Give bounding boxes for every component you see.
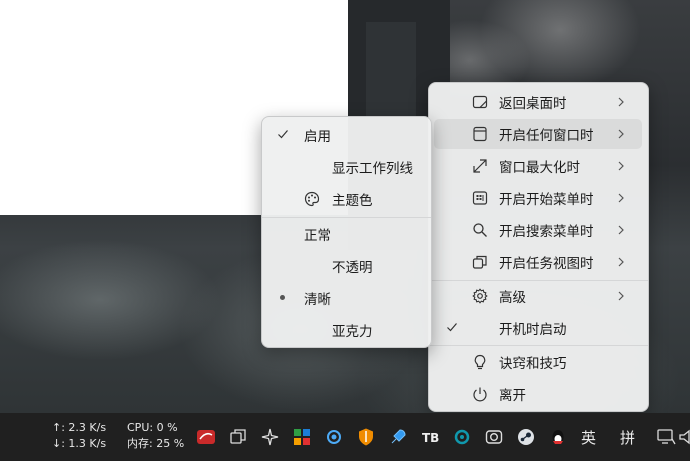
download-speed: ↓: 1.3 K/s [52, 437, 107, 450]
menu-item-tips[interactable]: 诀窍和技巧 [434, 347, 642, 377]
menu-item-label: 开启搜索菜单时 [499, 224, 594, 240]
camera-icon[interactable] [484, 427, 504, 447]
chevron-right-icon [618, 257, 624, 267]
submenu-item-theme-color[interactable]: 主题色 [266, 184, 427, 214]
context-menu: 返回桌面时 开启任何窗口时 窗口最大化时 开启开始菜单时 开启搜索菜单时 开启任… [428, 82, 649, 412]
colorful-app-icon[interactable] [292, 427, 312, 447]
submenu-item-label: 不透明 [332, 260, 373, 276]
menu-item-label: 离开 [499, 388, 526, 404]
submenu-item-clear[interactable]: 清晰 [266, 283, 427, 313]
shield-icon[interactable] [356, 427, 376, 447]
copy-windows-icon[interactable] [228, 427, 248, 447]
menu-item-task-view[interactable]: 开启任务视图时 [434, 247, 642, 277]
chevron-right-icon [618, 193, 624, 203]
submenu: 启用 显示工作列线 主题色 正常 不透明 清晰 亚克力 [261, 116, 432, 348]
menu-item-start-menu[interactable]: 开启开始菜单时 [434, 183, 642, 213]
radio-bullet-icon [280, 295, 285, 300]
menu-item-exit[interactable]: 离开 [434, 379, 642, 409]
menu-item-label: 开启任何窗口时 [499, 128, 594, 144]
menu-item-label: 返回桌面时 [499, 96, 567, 112]
menu-item-label: 诀窍和技巧 [499, 356, 567, 372]
memory-usage: 内存: 25 % [127, 437, 185, 450]
check-icon [447, 323, 457, 332]
steam-icon[interactable] [516, 427, 536, 447]
submenu-item-opaque[interactable]: 不透明 [266, 251, 427, 281]
lightbulb-icon [474, 354, 486, 370]
chevron-right-icon [618, 291, 624, 301]
speaker-icon[interactable] [678, 427, 690, 447]
submenu-item-acrylic[interactable]: 亚克力 [266, 315, 427, 345]
menu-item-advanced[interactable]: 高级 [434, 281, 642, 311]
ring-app-icon[interactable] [452, 427, 472, 447]
menu-divider [429, 345, 648, 346]
search-icon [473, 223, 487, 237]
qq-penguin-icon[interactable] [548, 427, 568, 447]
network-speed-widget[interactable]: ↑: 2.3 K/s ↓: 1.3 K/s [52, 420, 106, 452]
submenu-item-label: 清晰 [304, 292, 331, 308]
palette-icon [304, 191, 320, 207]
start-menu-icon [472, 191, 488, 205]
tb-app-icon[interactable]: TB [420, 427, 440, 447]
submenu-item-normal[interactable]: 正常 [266, 219, 427, 249]
cpu-usage: CPU: 0 % [127, 421, 178, 434]
ime-mode-indicator[interactable]: 拼 [620, 427, 635, 448]
upload-speed: ↑: 2.3 K/s [52, 421, 107, 434]
network-monitor-icon[interactable] [656, 427, 676, 447]
menu-item-label: 高级 [499, 290, 526, 306]
submenu-item-show-taskbar-line[interactable]: 显示工作列线 [266, 152, 427, 182]
red-app-icon[interactable] [196, 427, 216, 447]
chevron-right-icon [618, 225, 624, 235]
sparkle-icon[interactable] [260, 427, 280, 447]
desktop-icon [472, 95, 488, 109]
submenu-item-label: 启用 [304, 129, 331, 145]
maximize-icon [473, 159, 487, 173]
submenu-item-label: 正常 [304, 228, 331, 244]
submenu-item-label: 亚克力 [332, 324, 373, 340]
window-icon [473, 126, 487, 142]
submenu-item-enable[interactable]: 启用 [266, 120, 427, 150]
task-view-icon [472, 255, 487, 269]
taskbar: ↑: 2.3 K/s ↓: 1.3 K/s CPU: 0 % 内存: 25 % … [0, 413, 690, 461]
menu-divider [262, 217, 431, 218]
chevron-right-icon [618, 129, 624, 139]
chevron-right-icon [618, 161, 624, 171]
svg-text:TB: TB [422, 431, 439, 445]
check-icon [278, 130, 288, 139]
menu-item-label: 开机时启动 [499, 322, 567, 338]
menu-item-search-menu[interactable]: 开启搜索菜单时 [434, 215, 642, 245]
power-icon [473, 387, 487, 402]
rocket-icon[interactable] [388, 427, 408, 447]
menu-item-label: 开启任务视图时 [499, 256, 594, 272]
system-monitor-widget[interactable]: CPU: 0 % 内存: 25 % [127, 420, 184, 452]
ime-language-indicator[interactable]: 英 [581, 427, 596, 448]
menu-item-return-desktop[interactable]: 返回桌面时 [434, 87, 642, 117]
menu-item-any-window[interactable]: 开启任何窗口时 [434, 119, 642, 149]
submenu-item-label: 主题色 [332, 193, 373, 209]
chevron-right-icon [618, 97, 624, 107]
submenu-item-label: 显示工作列线 [332, 161, 413, 177]
menu-item-label: 窗口最大化时 [499, 160, 580, 176]
gear-icon [472, 288, 488, 304]
menu-item-startup[interactable]: 开机时启动 [434, 313, 642, 343]
menu-item-label: 开启开始菜单时 [499, 192, 594, 208]
sync-gear-icon[interactable] [324, 427, 344, 447]
menu-item-maximize[interactable]: 窗口最大化时 [434, 151, 642, 181]
